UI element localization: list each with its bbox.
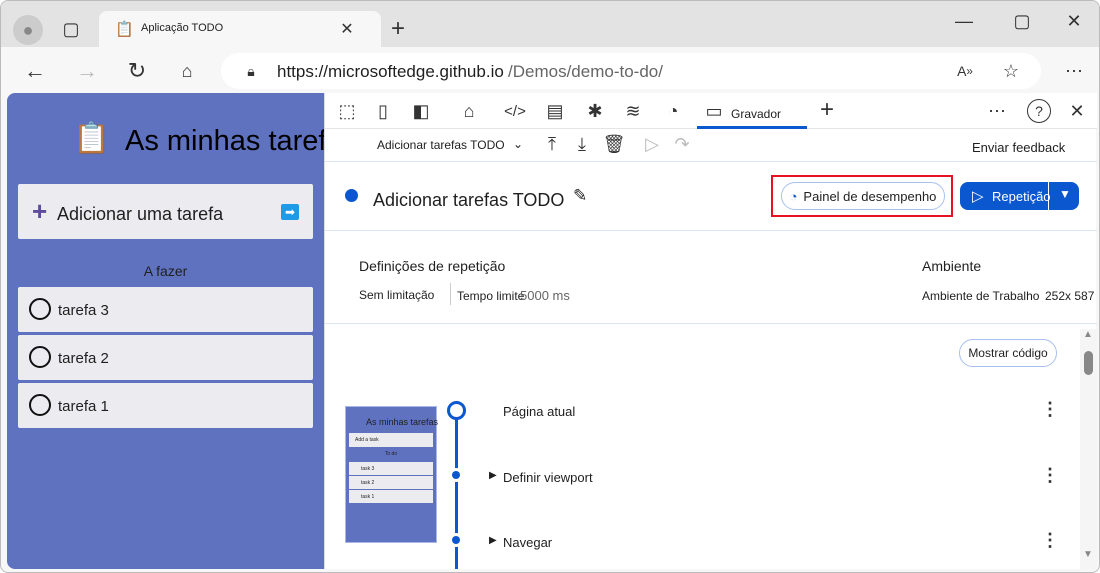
play-icon: ▷ — [972, 188, 984, 205]
edit-pencil-icon[interactable]: ✎ — [573, 186, 587, 206]
delete-icon[interactable]: 🗑︎ — [603, 133, 626, 155]
step-menu-icon[interactable]: ⋮ — [1041, 530, 1059, 551]
settings-more-icon[interactable]: ⋯ — [1061, 58, 1087, 84]
screenshot-thumbnail: As minhas tarefas Add a task To do task … — [345, 406, 438, 543]
maximize-icon[interactable]: ▢ — [1007, 9, 1037, 33]
checkbox-circle-icon[interactable] — [29, 394, 51, 416]
gauge-icon: ◔ — [789, 188, 798, 204]
feedback-link[interactable]: Enviar feedback — [972, 140, 1065, 155]
play-icon[interactable]: ▷ — [641, 133, 663, 155]
recording-select[interactable]: Adicionar tarefas TODO ⌄ — [377, 135, 527, 155]
timeline-line — [455, 418, 458, 569]
close-devtools-icon[interactable]: ✕ — [1065, 99, 1089, 123]
more-options-icon[interactable]: ⋯ — [985, 99, 1009, 123]
device-emulation-icon[interactable]: ▯ — [371, 99, 395, 123]
recorder-camera-icon: ▭ — [705, 100, 723, 121]
elements-icon[interactable]: </> — [503, 99, 527, 123]
recorder-toolbar: Adicionar tarefas TODO ⌄ ⤒ ⤓ 🗑︎ ▷ ↷ Envi… — [325, 129, 1097, 161]
clipboard-icon: 📋 — [73, 122, 111, 155]
close-tab-icon[interactable]: ✕ — [335, 17, 359, 41]
checkbox-circle-icon[interactable] — [29, 346, 51, 368]
forward-icon[interactable]: → — [73, 58, 101, 84]
read-aloud-icon[interactable]: A» — [953, 59, 977, 83]
task-item[interactable]: tarefa 2 — [18, 335, 313, 380]
clipboard-icon: 📋 — [115, 21, 134, 38]
add-task-button[interactable]: + Adicionar uma tarefa ➡ — [18, 184, 313, 239]
show-code-button[interactable]: Mostrar código — [959, 339, 1057, 367]
task-item[interactable]: tarefa 1 — [18, 383, 313, 428]
step-item[interactable]: ▶ Definir viewport ⋮ — [485, 465, 1065, 491]
replay-button[interactable]: ▷ Repetição ▼ — [960, 182, 1079, 210]
new-tab-icon[interactable]: + — [385, 15, 411, 42]
devtools-panel: ⬚ ▯ ◧ ⌂ </> ▤ ✱ ≋ ◔ ▭ Gravador + ⋯ ? ✕ A… — [324, 93, 1097, 569]
step-menu-icon[interactable]: ⋮ — [1041, 399, 1059, 420]
task-item[interactable]: tarefa 3 — [18, 287, 313, 332]
scroll-up-icon[interactable]: ▲ — [1083, 329, 1093, 340]
welcome-home-icon[interactable]: ⌂ — [457, 99, 481, 123]
scrollbar-thumb[interactable] — [1084, 351, 1093, 375]
home-icon[interactable]: ⌂ — [173, 58, 201, 84]
recording-title: Adicionar tarefas TODO — [373, 190, 565, 210]
export-icon[interactable]: ⤒ — [541, 133, 563, 155]
checkbox-circle-icon[interactable] — [29, 298, 51, 320]
browser-tab[interactable]: 📋 Aplicação TODO ✕ — [99, 11, 381, 47]
scrollbar[interactable]: ▲ ▼ — [1080, 329, 1097, 569]
recording-dot-icon — [345, 189, 358, 202]
redo-icon[interactable]: ↷ — [671, 133, 693, 155]
devtools-toolbar: ⬚ ▯ ◧ ⌂ </> ▤ ✱ ≋ ◔ ▭ Gravador + ⋯ ? ✕ — [325, 93, 1097, 129]
step-menu-icon[interactable]: ⋮ — [1041, 465, 1059, 486]
chevron-down-icon: ⌄ — [513, 137, 524, 151]
back-icon[interactable]: ← — [21, 58, 49, 84]
browser-window: ● ▢ 📋 Aplicação TODO ✕ + — ▢ ✕ ← → ↻ ⌂ 🔒… — [0, 0, 1100, 573]
step-item[interactable]: ▶ Navegar ⋮ — [485, 530, 1065, 556]
minimize-icon[interactable]: — — [949, 9, 979, 33]
timeout-input[interactable]: 5000 ms — [520, 288, 570, 303]
todo-app: 📋 As minhas tarefas + Adicionar uma tare… — [7, 93, 357, 569]
submit-arrow-icon[interactable]: ➡ — [281, 204, 299, 220]
performance-panel-button[interactable]: ◔ Painel de desempenho — [781, 182, 945, 210]
favorite-icon[interactable]: ☆ — [999, 59, 1023, 83]
step-item[interactable]: Página atual ⋮ — [485, 399, 1065, 425]
expand-triangle-icon[interactable]: ▶ — [489, 535, 497, 546]
console-icon[interactable]: ▤ — [543, 99, 567, 123]
divider — [325, 161, 1097, 162]
more-tools-plus-icon[interactable]: + — [815, 96, 839, 123]
lock-icon[interactable]: 🔒︎ — [241, 61, 261, 81]
import-icon[interactable]: ⤓ — [571, 133, 593, 155]
network-wifi-icon[interactable]: ≋ — [621, 99, 645, 123]
sources-bug-icon[interactable]: ✱ — [583, 99, 607, 123]
replay-options-dropdown-icon[interactable]: ▼ — [1059, 187, 1071, 201]
close-window-icon[interactable]: ✕ — [1059, 9, 1089, 33]
timeline-node — [447, 401, 466, 420]
timeline-node — [452, 471, 460, 479]
dock-icon[interactable]: ◧ — [409, 99, 433, 123]
app-title: As minhas tarefas — [125, 125, 358, 157]
address-bar[interactable]: 🔒︎ https://microsoftedge.github.io /Demo… — [221, 53, 1041, 89]
tab-recorder[interactable]: ▭ Gravador — [697, 97, 807, 129]
help-icon[interactable]: ? — [1027, 99, 1051, 123]
expand-triangle-icon[interactable]: ▶ — [489, 470, 497, 481]
refresh-icon[interactable]: ↻ — [123, 58, 151, 84]
timeline-node — [452, 536, 460, 544]
throttling-select[interactable]: Sem limitação — [359, 288, 434, 302]
plus-icon: + — [32, 196, 48, 226]
tab-actions-icon[interactable]: ▢ — [59, 17, 83, 41]
divider — [325, 323, 1097, 324]
profile-icon[interactable]: ● — [13, 15, 43, 45]
inspect-icon[interactable]: ⬚ — [335, 99, 359, 123]
performance-icon[interactable]: ◔ — [661, 99, 685, 123]
scroll-down-icon[interactable]: ▼ — [1083, 549, 1093, 560]
divider — [325, 230, 1097, 231]
